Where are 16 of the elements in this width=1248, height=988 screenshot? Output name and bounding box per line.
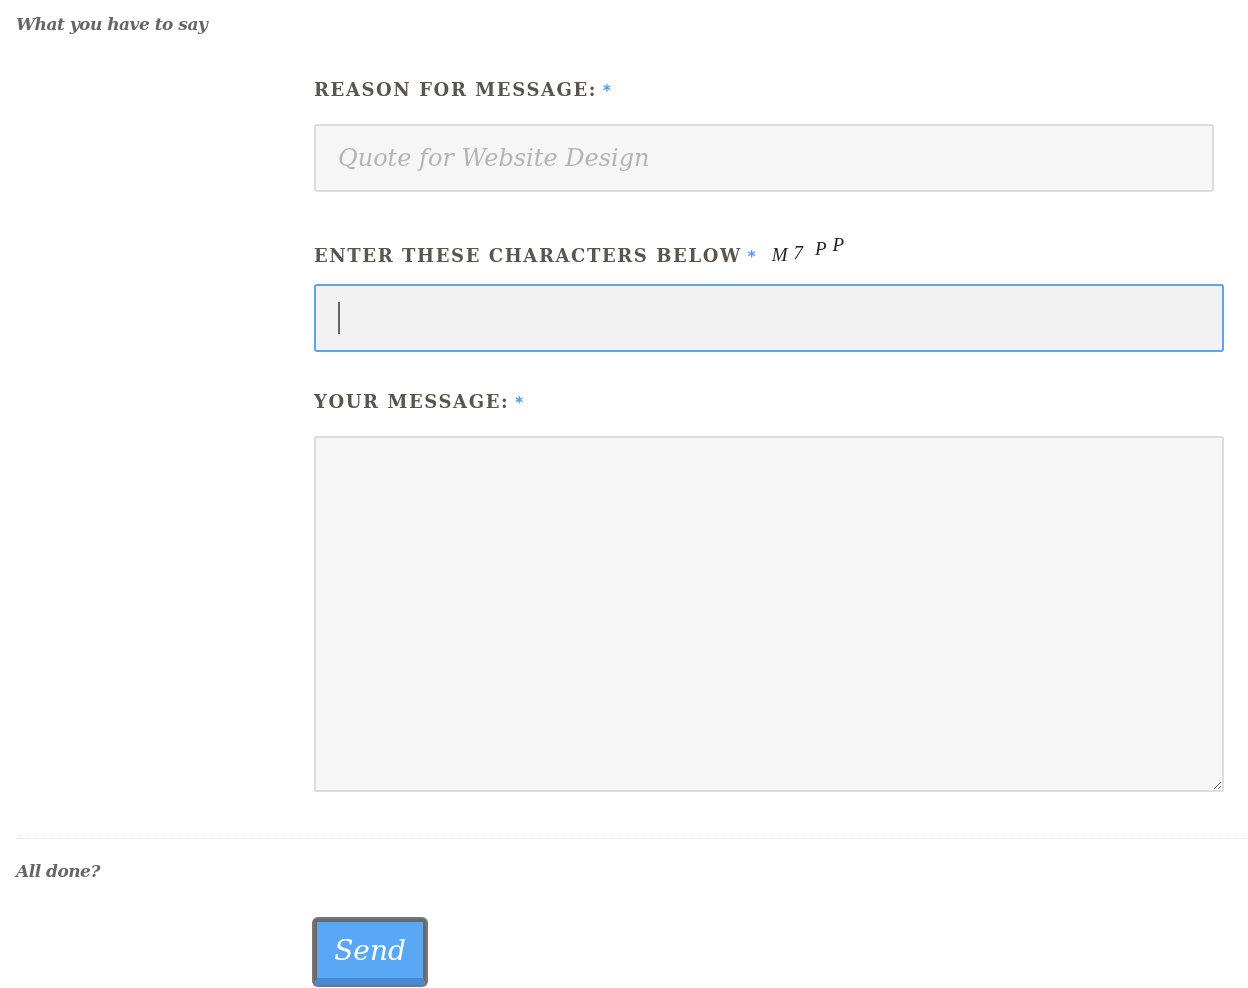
captcha-character: P	[832, 234, 845, 256]
section-title: All done?	[13, 861, 102, 881]
captcha-character: 7	[793, 242, 803, 264]
send-button[interactable]: Send	[314, 919, 426, 985]
message-field[interactable]	[314, 436, 1224, 792]
input-field[interactable]	[314, 284, 1224, 352]
text-cursor	[338, 302, 340, 334]
field-label: YOUR MESSAGE:	[314, 391, 510, 412]
required-marker: *	[747, 248, 756, 266]
field-label: REASON FOR MESSAGE:	[314, 79, 598, 100]
captcha-character: P	[815, 238, 827, 260]
field-label: ENTER THESE CHARACTERS BELOW	[314, 245, 742, 266]
required-marker: *	[603, 82, 611, 100]
required-marker: *	[515, 394, 524, 412]
section-title: What you have to say	[15, 14, 210, 34]
captcha-character: M	[771, 244, 788, 266]
